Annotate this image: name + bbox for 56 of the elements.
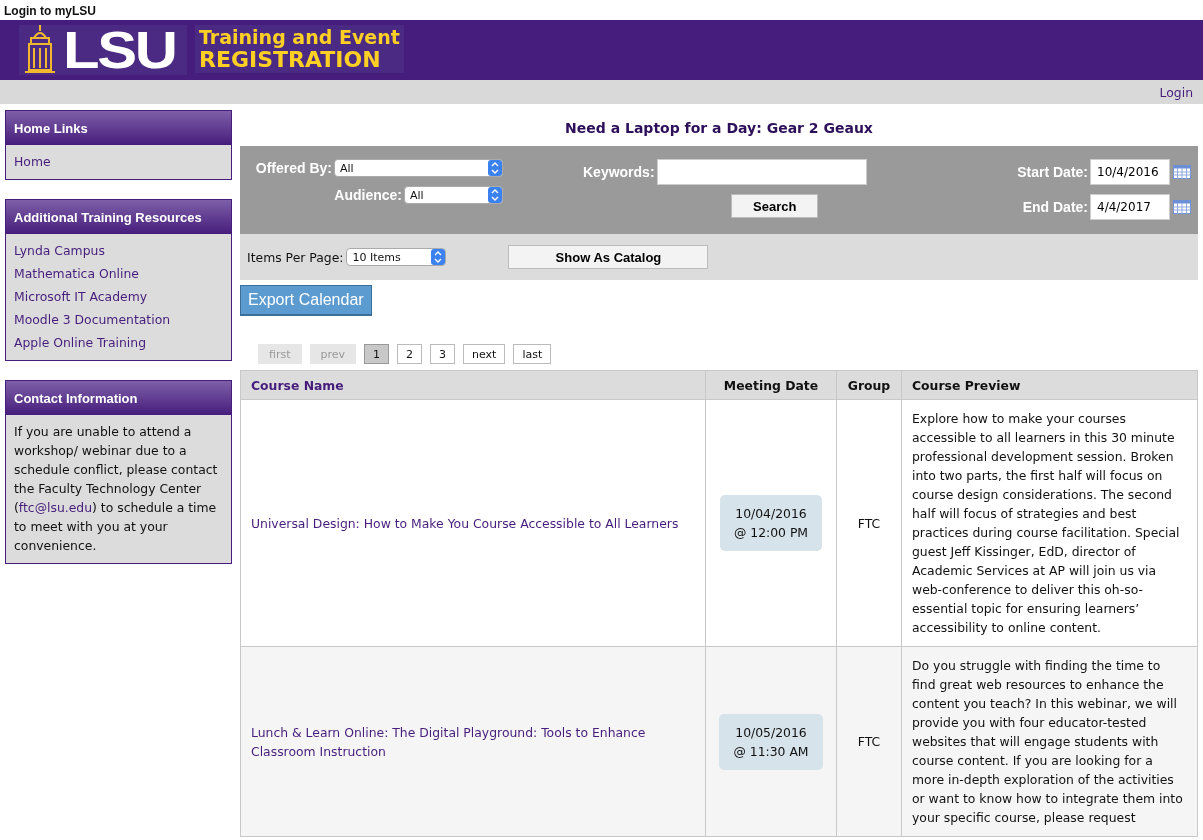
meeting-date: 10/04/2016 [734,505,808,523]
field-label: Audience: [334,187,402,203]
page-button[interactable]: 1 [364,344,390,364]
building-icon [23,24,57,76]
group-text: FTC [857,515,881,531]
page-title: Need a Laptop for a Day: Gear 2 Geaux [564,119,874,138]
course-preview: Do you struggle with finding the time to find great web resources to enhance the content you teach? In this webinar, we will provide you with four educator-tested websites that will engage students with course content. If you are looking for a more in-depth exploration of the activities or want to know how to integrate them into your specific course, please request [912,658,1183,825]
start-date-field[interactable]: 10/4/2016 [1090,159,1170,185]
page-button[interactable]: last [513,344,552,364]
dropdown-arrows-icon [431,249,446,265]
dropdown-arrows-icon [488,187,502,203]
calendar-icon[interactable] [1173,200,1191,214]
meeting-date: 10/05/2016 [734,723,808,742]
page-button[interactable]: next [463,344,506,364]
page-button[interactable]: 3 [430,344,456,364]
page-button[interactable]: 2 [397,344,423,364]
field-label: Start Date: [1017,164,1088,180]
search-button[interactable]: Search [731,194,819,218]
items-per-page-select[interactable]: 10 Items [346,248,447,266]
logo-wordmark: LSU [63,24,176,76]
meeting-time: @ 12:00 PM [733,524,809,542]
field-label: Items Per Page: [247,249,344,265]
panel-title: Contact Information [6,381,231,415]
logo-title: REGISTRATION [199,47,382,72]
end-date-field[interactable]: 4/4/2017 [1090,194,1170,220]
login-link[interactable]: Login [1159,84,1193,100]
sidebar-link[interactable]: Microsoft IT Academy [14,287,223,306]
column-header: Course Preview [901,370,1198,400]
group-text: FTC [857,734,881,749]
field-label: End Date: [1022,199,1088,215]
contact-text: If you are unable to attend a workshop/ webinar due to a schedule conflict, please contact the Faculty Technology Center (ftc@lsu.edu) to schedule a time to meet with you at your convenience. [14,423,219,555]
panel-title: Home Links [6,111,231,145]
column-header: Group [836,370,902,400]
email-link[interactable]: ftc@lsu.edu [18,500,93,515]
calendar-icon[interactable] [1173,165,1191,179]
sidebar-link[interactable]: Apple Online Training [14,333,223,352]
login-link[interactable]: Login to myLSU [4,4,96,18]
show-catalog-button[interactable]: Show As Catalog [508,245,709,269]
offered-by-select[interactable]: All [334,159,503,177]
column-header: Meeting Date [705,370,837,400]
sidebar-link[interactable]: Home [14,152,223,171]
keywords-field[interactable] [656,159,867,185]
sidebar-link[interactable]: Mathematica Online [14,264,223,283]
audience-select[interactable]: All [404,186,503,204]
course-preview: Explore how to make your courses accessible to all learners in this 30 minute professional development session. Broken into two parts, the first half will focus on course design considerations. The second half will focus of strategies and best practices during course facilitation. Special guest Jeff Kissinger, EdD, director of Academic Services at AP will join us via web-conference to deliver this oh-so-essential topic for ensuring learners’ accessibility to online content. [912,411,1180,635]
course-link[interactable]: Lunch & Learn Online: The Digital Playground: Tools to Enhance Classroom Instruction [251,722,695,761]
field-label: Keywords: [583,164,655,180]
dropdown-arrows-icon [488,160,502,176]
field-label: Offered By: [255,160,332,176]
course-link[interactable]: Universal Design: How to Make You Course Accessible to All Learners [251,513,695,533]
logo-tagline: Training and Event [199,26,400,48]
sidebar-link[interactable]: Moodle 3 Documentation [14,310,223,329]
column-header[interactable]: Course Name [240,370,706,400]
panel-title: Additional Training Resources [6,200,231,234]
sidebar-link[interactable]: Lynda Campus [14,241,223,260]
meeting-time: @ 11:30 AM [733,742,809,761]
